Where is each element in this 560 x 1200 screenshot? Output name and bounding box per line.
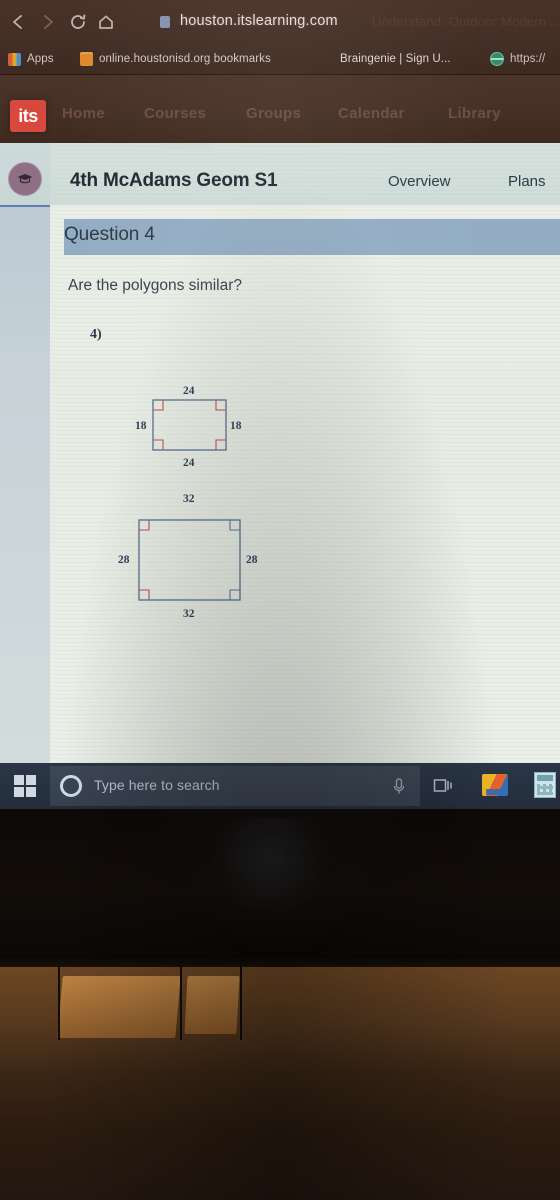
figure1-label-right: 18 (230, 420, 242, 432)
figure2-label-bottom: 32 (183, 608, 195, 620)
figure2-label-right: 28 (246, 554, 258, 566)
page-title: 4th McAdams Geom S1 (70, 170, 278, 191)
calculator-icon[interactable] (534, 772, 556, 798)
nav-item-home[interactable]: Home (62, 105, 105, 122)
nav-item-groups[interactable]: Groups (246, 105, 301, 122)
figure1-label-bottom: 24 (183, 457, 195, 469)
polygon-figures: 24 18 18 24 32 28 28 32 (50, 205, 560, 763)
bezel-reflection (210, 818, 330, 918)
microphone-icon[interactable] (388, 775, 410, 797)
function-key-row: f1 f2 f3 f4 f5 (0, 1152, 560, 1200)
site-info-icon[interactable] (160, 16, 170, 28)
search-placeholder: Type here to search (94, 777, 220, 793)
page-content: Question 4 Are the polygons similar? 4) (0, 143, 560, 763)
laptop-photo: houston.itslearning.com Understand: Outd… (0, 0, 560, 1200)
nav-item-calendar[interactable]: Calendar (338, 105, 405, 122)
reload-icon[interactable] (68, 12, 88, 32)
bookmark-label: Apps (27, 53, 54, 65)
app-icon[interactable] (482, 774, 508, 796)
deck-key-left (57, 976, 181, 1038)
nav-item-courses[interactable]: Courses (144, 105, 206, 122)
itslearning-logo[interactable]: its (10, 100, 46, 132)
figure2-label-top: 32 (183, 493, 195, 505)
bookmark-https[interactable]: https:// (490, 49, 545, 69)
address-bar-url[interactable]: houston.itslearning.com (180, 13, 338, 29)
bookmarks-bar: Apps online.houstonisd.org bookmarks Bra… (0, 43, 560, 75)
figure1-label-left: 18 (135, 420, 147, 432)
deck-seam (180, 960, 182, 1040)
folder-icon (80, 52, 93, 66)
browser-toolbar: houston.itslearning.com Understand: Outd… (0, 0, 560, 43)
deck-key-right (184, 976, 240, 1034)
polygons-svg (138, 399, 241, 601)
forward-arrow-icon (38, 12, 58, 32)
address-bar-ghost-text: Understand: Outdoor Modern ... (372, 14, 560, 29)
laptop-hinge (0, 955, 560, 967)
apps-grid-icon (8, 52, 21, 66)
task-view-icon[interactable] (432, 775, 454, 797)
bookmark-label: Braingenie | Sign U... (340, 53, 451, 65)
deck-seam (58, 960, 60, 1040)
deck-seam (240, 960, 242, 1040)
bookmark-label: https:// (510, 53, 546, 65)
windows-logo-icon[interactable] (14, 775, 36, 797)
course-tab-notch (160, 143, 212, 151)
globe-icon (490, 52, 504, 66)
home-icon[interactable] (96, 12, 116, 32)
question-card: Question 4 Are the polygons similar? 4) (50, 205, 560, 763)
tab-plans[interactable]: Plans (508, 173, 546, 190)
graduation-cap-icon (17, 174, 33, 184)
bookmark-label: online.houstonisd.org bookmarks (99, 53, 271, 65)
back-arrow-icon[interactable] (8, 12, 28, 32)
figure1-label-top: 24 (183, 385, 195, 397)
figure2-label-left: 28 (118, 554, 130, 566)
page-left-margin (0, 143, 50, 763)
nav-item-library[interactable]: Library (448, 105, 501, 122)
bookmark-apps[interactable]: Apps (8, 49, 54, 69)
tab-overview[interactable]: Overview (388, 173, 451, 190)
bookmark-houstonisd[interactable]: online.houstonisd.org bookmarks (80, 49, 271, 69)
browser-chrome: houston.itslearning.com Understand: Outd… (0, 0, 560, 75)
cortana-circle-icon[interactable] (60, 775, 82, 797)
avatar (8, 162, 42, 196)
bookmark-braingenie[interactable]: Braingenie | Sign U... (340, 49, 451, 69)
